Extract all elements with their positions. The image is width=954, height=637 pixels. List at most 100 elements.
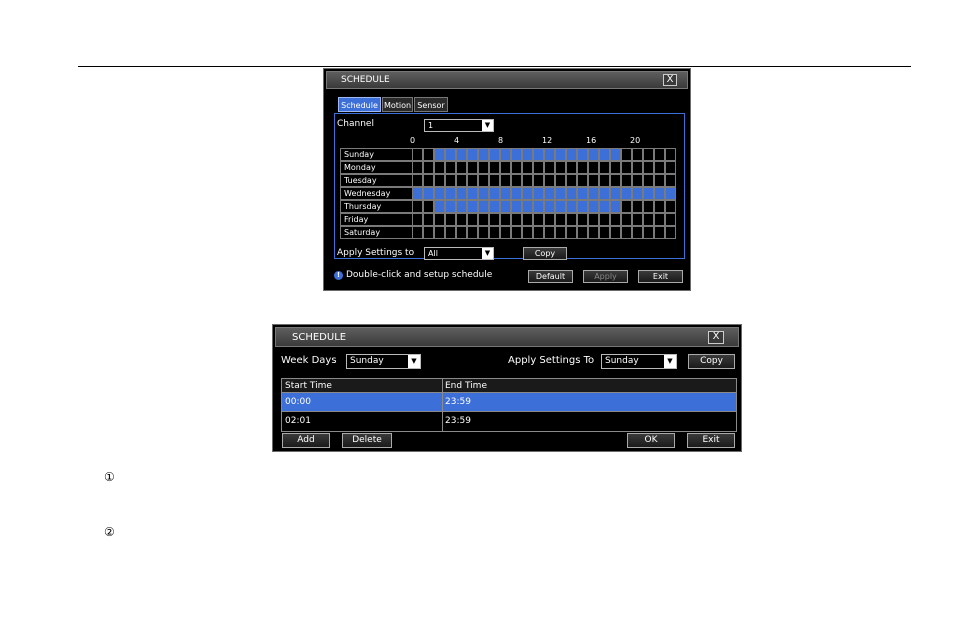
tab-schedule[interactable]: Schedule	[338, 97, 381, 112]
schedule-cell[interactable]	[445, 174, 456, 187]
schedule-cell[interactable]	[544, 200, 555, 213]
schedule-cell[interactable]	[522, 174, 533, 187]
schedule-cell[interactable]	[544, 174, 555, 187]
table-row[interactable]: 00:00 23:59	[282, 393, 736, 412]
schedule-cell[interactable]	[489, 174, 500, 187]
schedule-cell[interactable]	[654, 174, 665, 187]
schedule-cell[interactable]	[654, 148, 665, 161]
schedule-cell[interactable]	[522, 161, 533, 174]
schedule-cell[interactable]	[522, 148, 533, 161]
schedule-cell[interactable]	[632, 200, 643, 213]
schedule-cell[interactable]	[434, 161, 445, 174]
schedule-cell[interactable]	[665, 148, 676, 161]
schedule-cell[interactable]	[533, 148, 544, 161]
schedule-cell[interactable]	[665, 213, 676, 226]
schedule-cell[interactable]	[412, 226, 423, 239]
schedule-cell[interactable]	[588, 213, 599, 226]
exit-button[interactable]: Exit	[638, 270, 683, 283]
schedule-cell[interactable]	[500, 174, 511, 187]
schedule-cell[interactable]	[500, 148, 511, 161]
schedule-cell[interactable]	[478, 148, 489, 161]
schedule-cell[interactable]	[489, 213, 500, 226]
schedule-cell[interactable]	[478, 174, 489, 187]
schedule-cell[interactable]	[643, 213, 654, 226]
schedule-cell[interactable]	[632, 213, 643, 226]
schedule-cell[interactable]	[577, 174, 588, 187]
schedule-cell[interactable]	[588, 187, 599, 200]
schedule-cell[interactable]	[478, 187, 489, 200]
schedule-cell[interactable]	[632, 187, 643, 200]
schedule-cell[interactable]	[566, 213, 577, 226]
channel-select[interactable]: 1 ▼	[424, 119, 494, 132]
schedule-cell[interactable]	[423, 200, 434, 213]
schedule-cell[interactable]	[544, 226, 555, 239]
schedule-cell[interactable]	[489, 200, 500, 213]
schedule-cell[interactable]	[621, 213, 632, 226]
schedule-cell[interactable]	[577, 161, 588, 174]
schedule-cell[interactable]	[654, 213, 665, 226]
schedule-cell[interactable]	[533, 174, 544, 187]
schedule-cell[interactable]	[544, 187, 555, 200]
schedule-cell[interactable]	[643, 226, 654, 239]
schedule-cell[interactable]	[522, 187, 533, 200]
schedule-cell[interactable]	[610, 161, 621, 174]
schedule-cell[interactable]	[478, 213, 489, 226]
schedule-cell[interactable]	[632, 161, 643, 174]
schedule-cell[interactable]	[511, 200, 522, 213]
schedule-cell[interactable]	[665, 200, 676, 213]
schedule-cell[interactable]	[445, 187, 456, 200]
schedule-cell[interactable]	[489, 187, 500, 200]
schedule-cell[interactable]	[478, 200, 489, 213]
schedule-cell[interactable]	[456, 161, 467, 174]
schedule-cell[interactable]	[412, 148, 423, 161]
schedule-cell[interactable]	[577, 200, 588, 213]
schedule-cell[interactable]	[654, 187, 665, 200]
schedule-cell[interactable]	[533, 226, 544, 239]
schedule-cell[interactable]	[456, 213, 467, 226]
schedule-cell[interactable]	[610, 226, 621, 239]
schedule-cell[interactable]	[621, 174, 632, 187]
schedule-cell[interactable]	[511, 148, 522, 161]
schedule-cell[interactable]	[643, 161, 654, 174]
schedule-cell[interactable]	[621, 148, 632, 161]
schedule-cell[interactable]	[412, 187, 423, 200]
schedule-cell[interactable]	[467, 148, 478, 161]
schedule-cell[interactable]	[555, 213, 566, 226]
schedule-cell[interactable]	[544, 148, 555, 161]
schedule-cell[interactable]	[544, 161, 555, 174]
schedule-cell[interactable]	[412, 174, 423, 187]
schedule-cell[interactable]	[665, 161, 676, 174]
schedule-cell[interactable]	[445, 161, 456, 174]
schedule-cell[interactable]	[533, 213, 544, 226]
schedule-cell[interactable]	[654, 226, 665, 239]
schedule-cell[interactable]	[423, 148, 434, 161]
schedule-cell[interactable]	[412, 161, 423, 174]
schedule-cell[interactable]	[610, 213, 621, 226]
schedule-cell[interactable]	[643, 187, 654, 200]
schedule-cell[interactable]	[522, 213, 533, 226]
schedule-cell[interactable]	[566, 174, 577, 187]
close-icon[interactable]: X	[708, 331, 724, 344]
schedule-cell[interactable]	[632, 148, 643, 161]
schedule-cell[interactable]	[467, 161, 478, 174]
schedule-cell[interactable]	[588, 174, 599, 187]
schedule-cell[interactable]	[478, 226, 489, 239]
schedule-cell[interactable]	[478, 161, 489, 174]
schedule-cell[interactable]	[610, 187, 621, 200]
schedule-cell[interactable]	[566, 187, 577, 200]
schedule-cell[interactable]	[434, 187, 445, 200]
schedule-cell[interactable]	[588, 226, 599, 239]
schedule-cell[interactable]	[555, 148, 566, 161]
schedule-cell[interactable]	[511, 226, 522, 239]
exit-button[interactable]: Exit	[687, 433, 735, 448]
schedule-cell[interactable]	[588, 161, 599, 174]
schedule-cell[interactable]	[599, 187, 610, 200]
schedule-cell[interactable]	[654, 161, 665, 174]
schedule-cell[interactable]	[500, 213, 511, 226]
schedule-cell[interactable]	[456, 148, 467, 161]
close-icon[interactable]: X	[663, 74, 677, 86]
schedule-cell[interactable]	[522, 200, 533, 213]
schedule-cell[interactable]	[456, 187, 467, 200]
schedule-cell[interactable]	[566, 200, 577, 213]
schedule-cell[interactable]	[511, 174, 522, 187]
